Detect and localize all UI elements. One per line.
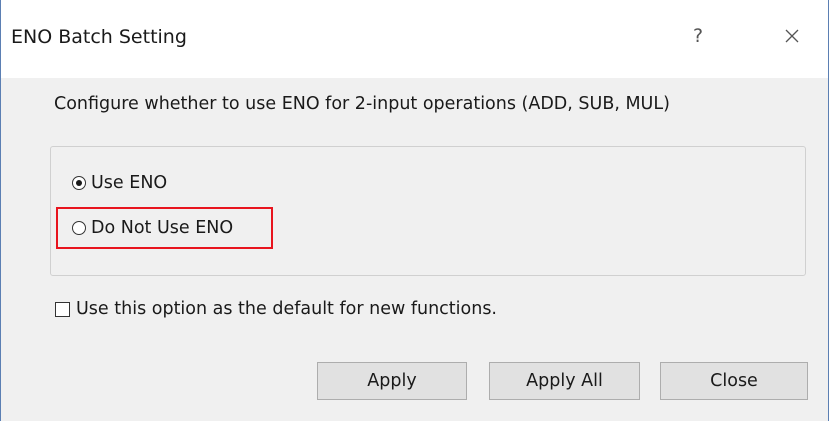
default-option-checkbox-row[interactable]: Use this option as the default for new f…: [55, 299, 497, 319]
default-option-checkbox[interactable]: [55, 301, 70, 317]
radio-use-eno[interactable]: Use ENO: [72, 173, 167, 193]
radio-label: Use ENO: [91, 173, 168, 193]
close-button[interactable]: Close: [660, 362, 808, 400]
help-button[interactable]: ?: [675, 18, 721, 54]
radio-button-selected[interactable]: [72, 176, 86, 190]
dialog-title: ENO Batch Setting: [11, 26, 187, 48]
title-bar: ENO Batch Setting ?: [1, 0, 828, 78]
apply-button[interactable]: Apply: [317, 362, 467, 400]
help-icon: ?: [692, 25, 704, 47]
close-icon: [785, 29, 799, 43]
dialog-window: ENO Batch Setting ? Configure whether to…: [0, 0, 829, 421]
highlight-box: [56, 207, 273, 249]
apply-all-button[interactable]: Apply All: [489, 362, 640, 400]
description-text: Configure whether to use ENO for 2-input…: [54, 94, 670, 114]
checkbox-label: Use this option as the default for new f…: [76, 299, 497, 319]
title-close-button[interactable]: [769, 18, 815, 54]
